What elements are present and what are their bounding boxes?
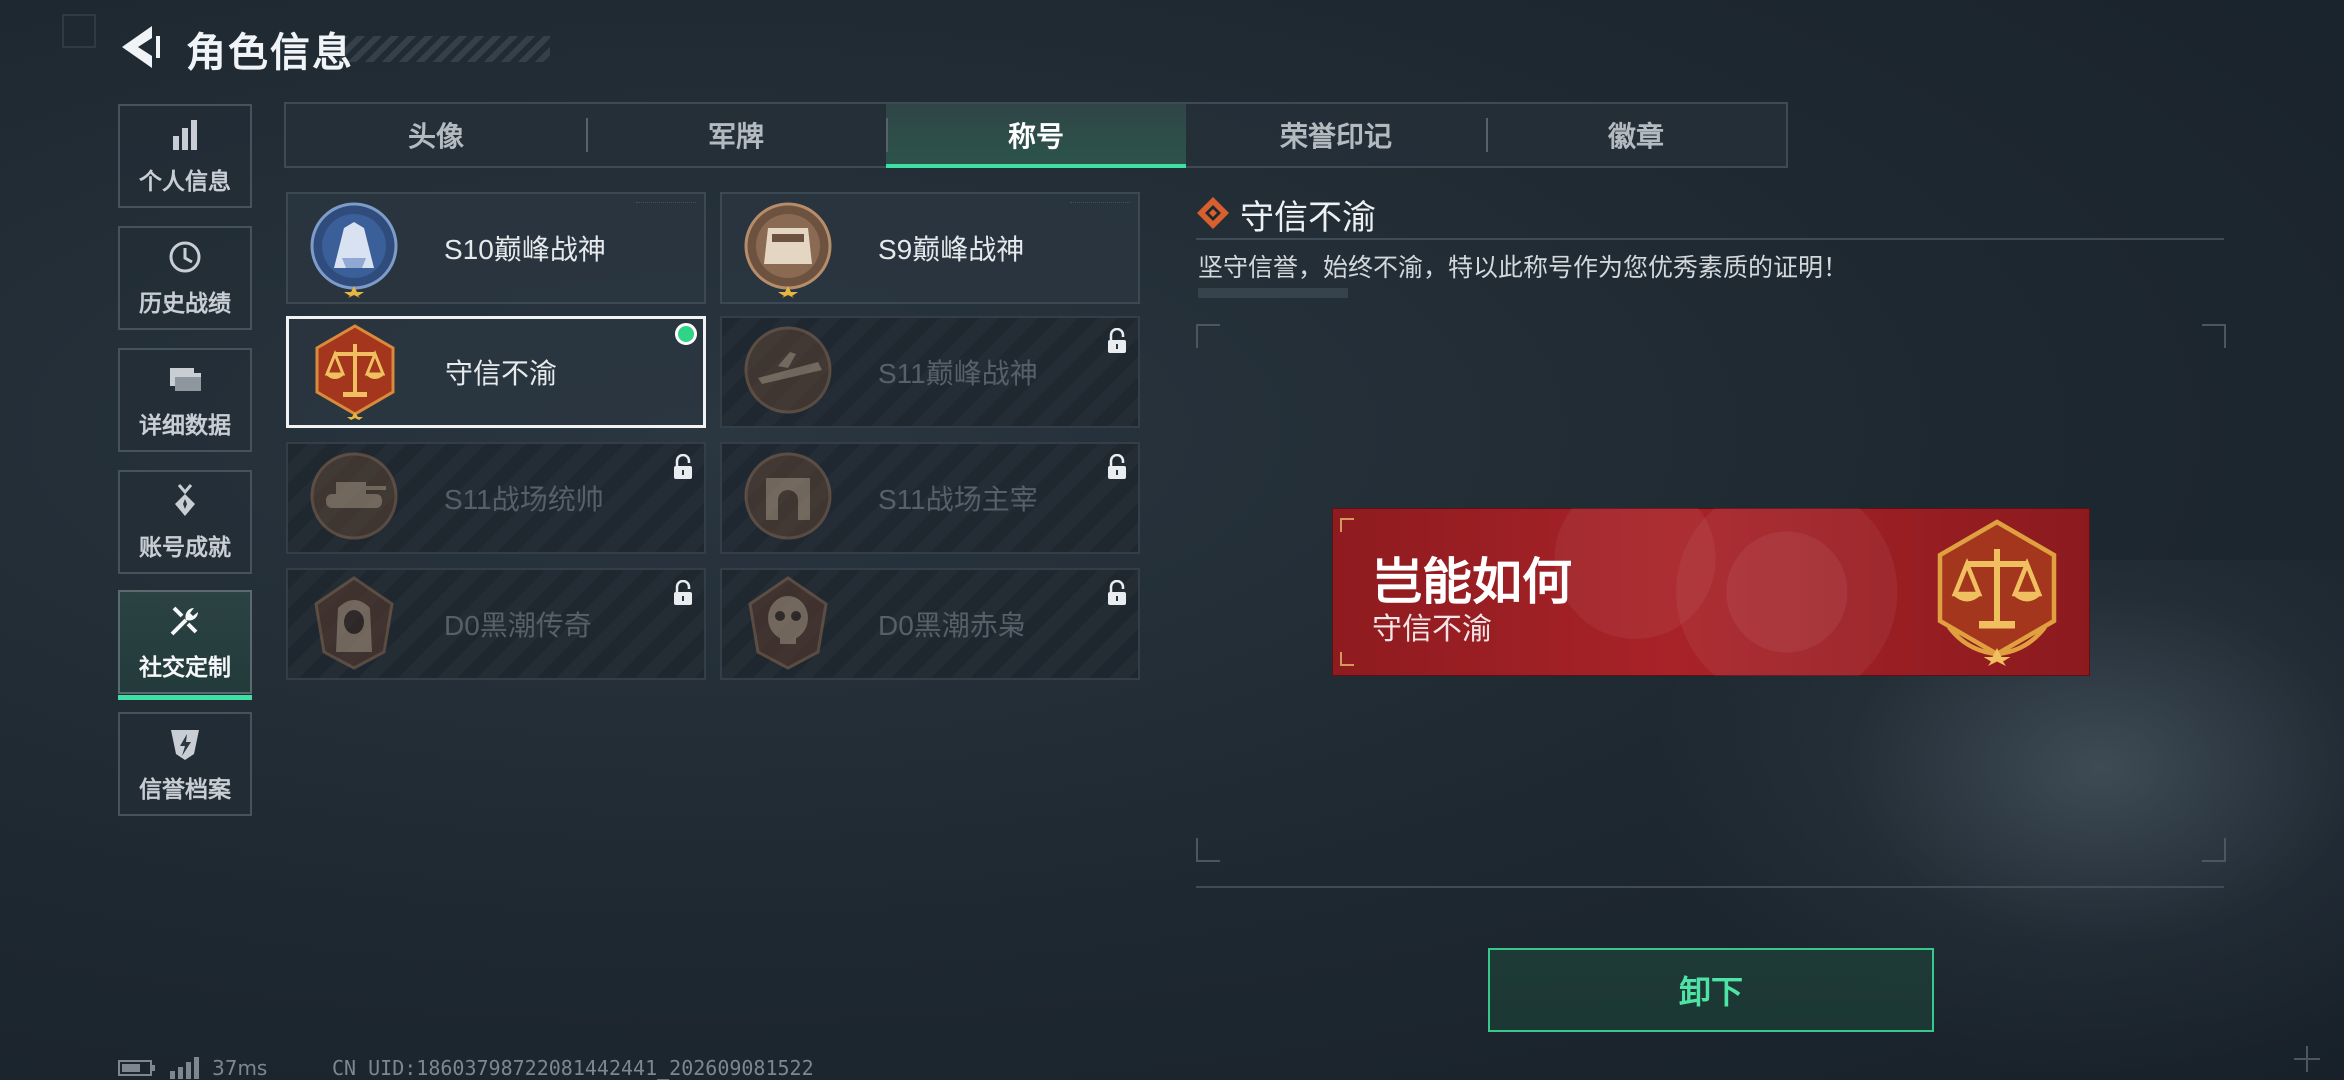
detail-description: 坚守信誉，始终不渝，特以此称号作为您优秀素质的证明！ (1198, 253, 1849, 282)
bar-chart-icon (173, 120, 197, 150)
tab-avatar[interactable]: 头像 (286, 104, 586, 166)
title-card-locked[interactable]: S11巅峰战神 (720, 316, 1140, 428)
battery-icon (118, 1060, 155, 1076)
frame-corner (2202, 324, 2226, 348)
title-card-locked[interactable]: S11战场主宰 (720, 442, 1140, 554)
arch-emblem (744, 452, 832, 540)
title-name: S11巅峰战神 (878, 358, 1038, 389)
sidebar-item-personal-info[interactable]: 个人信息 (118, 104, 252, 208)
lock-icon (674, 580, 692, 605)
sidebar-item-achievements[interactable]: 账号成就 (118, 470, 252, 574)
card-decoration (636, 202, 696, 213)
title-name: S11战场统帅 (444, 484, 604, 515)
clock-icon (169, 241, 201, 273)
banner-subtitle: 守信不渝 (1372, 612, 1492, 647)
user-uid: CN UID:18603798722081442441_202609081522 (332, 1056, 814, 1080)
title-card-locked[interactable]: D0黑潮赤枭 (720, 568, 1140, 680)
title-name: S10巅峰战神 (444, 234, 606, 265)
lock-icon (674, 454, 692, 479)
tools-icon (170, 606, 198, 636)
title-card[interactable]: S9巅峰战神 (720, 192, 1140, 304)
sidebar-item-label: 社交定制 (139, 655, 231, 681)
sidebar-item-detailed-data[interactable]: 详细数据 (118, 348, 252, 452)
tab-bar: 头像 军牌 称号 荣誉印记 徽章 (284, 102, 1788, 168)
unequip-button[interactable]: 卸下 (1488, 948, 1934, 1032)
back-arrow-icon (122, 26, 160, 68)
tank-emblem (310, 452, 398, 540)
card-decoration (1070, 202, 1130, 213)
blue-wreath-emblem (310, 202, 398, 298)
plus-icon (2294, 1046, 2320, 1072)
sidebar-item-label: 历史战绩 (139, 291, 231, 317)
banner-corner (1340, 652, 1354, 666)
hooded-emblem (314, 576, 394, 670)
scales-emblem (315, 324, 395, 420)
bronze-wreath-emblem (744, 202, 832, 298)
folder-icon (170, 368, 201, 391)
tab-badge[interactable]: 徽章 (1486, 104, 1786, 166)
title-name: S11战场主宰 (878, 484, 1038, 515)
corner-decoration (62, 14, 96, 48)
plane-emblem (744, 326, 832, 414)
back-button[interactable] (116, 22, 164, 72)
page-title: 角色信息 (186, 30, 354, 76)
tab-title[interactable]: 称号 (886, 104, 1186, 168)
title-card-locked[interactable]: D0黑潮传奇 (286, 568, 706, 680)
lock-icon (1108, 328, 1126, 353)
title-card-locked[interactable]: S11战场统帅 (286, 442, 706, 554)
frame-corner (1196, 324, 1220, 348)
medal-icon (175, 484, 195, 516)
title-name: S9巅峰战神 (878, 234, 1025, 265)
shield-bolt-icon (171, 730, 199, 760)
diamond-icon (1197, 197, 1229, 229)
sidebar-item-social-custom[interactable]: 社交定制 (118, 590, 252, 700)
sidebar-item-label: 个人信息 (139, 169, 231, 195)
lock-icon (1108, 454, 1126, 479)
title-stripes (340, 36, 550, 62)
divider (1196, 886, 2224, 888)
title-card[interactable]: S10巅峰战神 (286, 192, 706, 304)
title-name: D0黑潮赤枭 (878, 610, 1026, 641)
frame-corner (1196, 838, 1220, 862)
skull-emblem (748, 576, 828, 670)
divider (1196, 238, 2224, 240)
equipped-indicator (675, 323, 697, 345)
title-card-selected[interactable]: 守信不渝 (286, 316, 706, 428)
title-preview-banner: 岂能如何 守信不渝 (1332, 508, 2090, 676)
signal-icon (170, 1057, 199, 1079)
sidebar-item-history[interactable]: 历史战绩 (118, 226, 252, 330)
sidebar-item-label: 详细数据 (139, 413, 231, 439)
sidebar-item-label: 信誉档案 (139, 777, 231, 803)
lock-icon (1108, 580, 1126, 605)
banner-corner (1340, 518, 1354, 532)
sidebar-item-credit-file[interactable]: 信誉档案 (118, 712, 252, 816)
detail-title: 守信不渝 (1240, 198, 1376, 238)
tab-dogtag[interactable]: 军牌 (586, 104, 886, 166)
status-bar: 37ms (118, 1056, 267, 1080)
title-name: 守信不渝 (445, 358, 558, 389)
decorative-bar (1198, 288, 1348, 298)
sidebar-item-label: 账号成就 (139, 535, 231, 561)
ping-value: 37ms (212, 1056, 268, 1080)
scales-emblem (1937, 519, 2057, 666)
title-name: D0黑潮传奇 (444, 610, 592, 641)
frame-corner (2202, 838, 2226, 862)
tab-honor-mark[interactable]: 荣誉印记 (1186, 104, 1486, 166)
